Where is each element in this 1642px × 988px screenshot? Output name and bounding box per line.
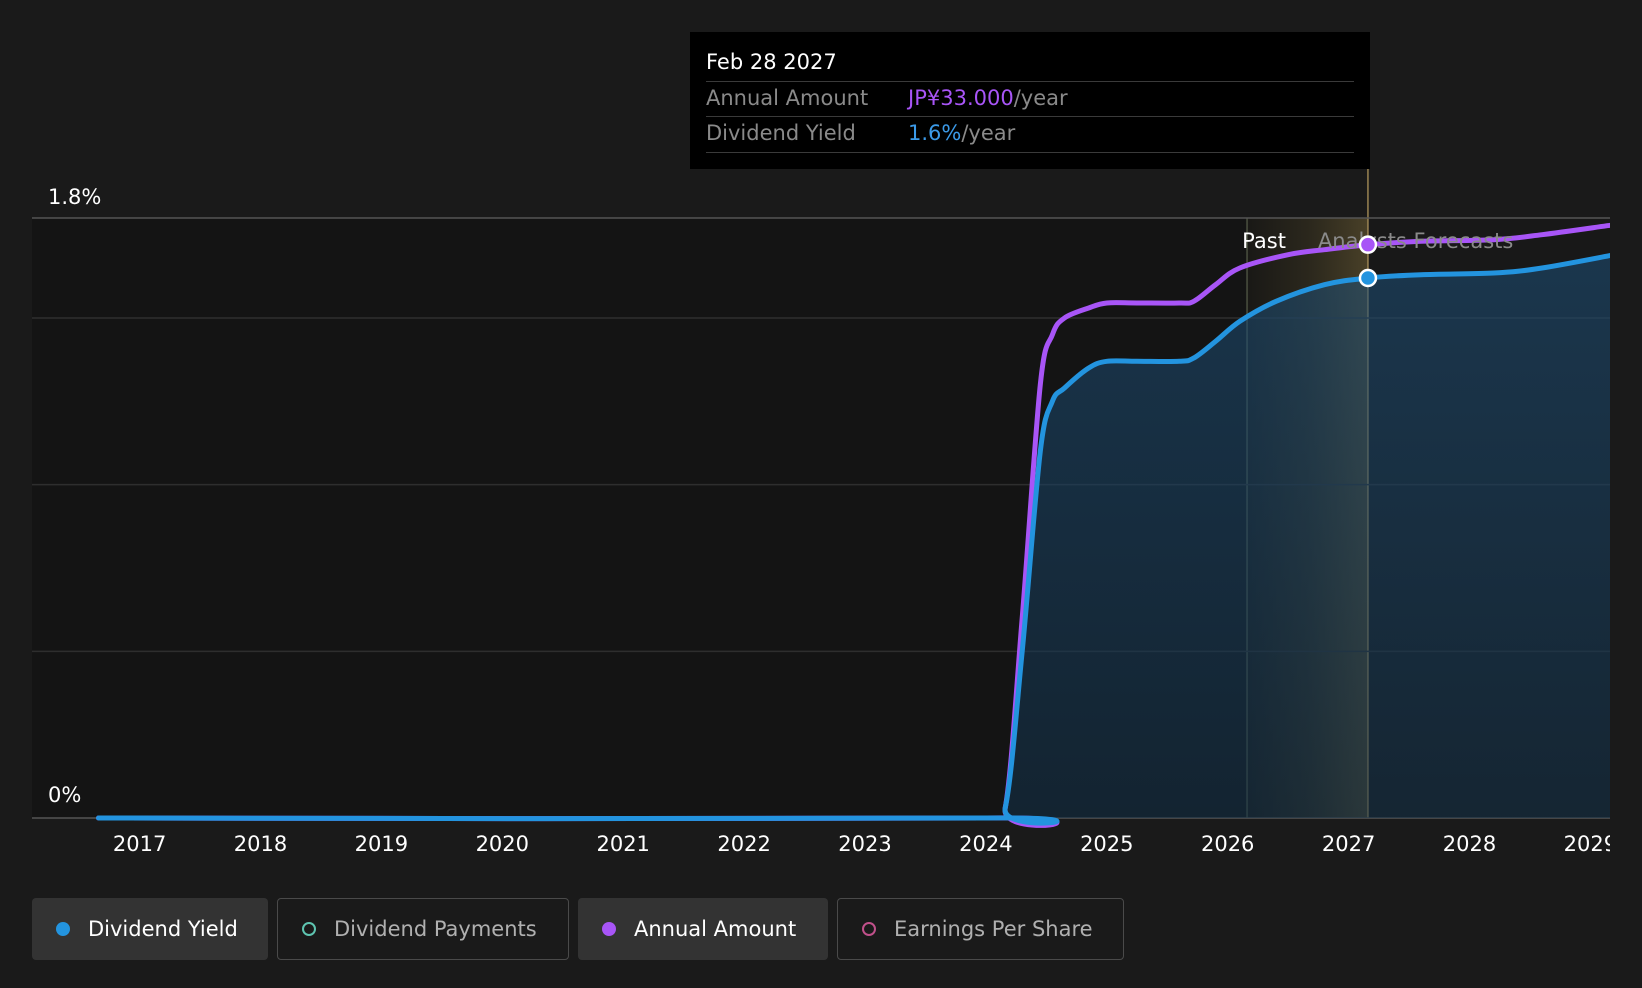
x-tick-label: 2022 <box>717 832 770 856</box>
tooltip-unit: /year <box>1013 86 1068 110</box>
tooltip-yield: 1.6% <box>908 121 962 145</box>
forecast-label: Analysts Forecasts <box>1318 229 1513 253</box>
right-edge-mask <box>1610 0 1642 870</box>
x-tick-label: 2021 <box>596 832 649 856</box>
past-label: Past <box>1242 229 1286 253</box>
legend-label: Earnings Per Share <box>894 917 1093 941</box>
annual-amount-marker <box>1358 235 1378 254</box>
legend-annual-amount[interactable]: Annual Amount <box>578 898 828 960</box>
legend-dividend-yield[interactable]: Dividend Yield <box>32 898 268 960</box>
x-tick-label: 2019 <box>355 832 408 856</box>
tooltip-row-dividend-yield: Dividend Yield 1.6%/year <box>706 116 1354 151</box>
tooltip-row-annual-amount: Annual Amount JP¥33.000/year <box>706 81 1354 116</box>
tooltip-label: Annual Amount <box>706 86 869 110</box>
tooltip-value: 1.6%/year <box>908 121 1015 145</box>
dividend-yield-marker <box>1358 268 1378 288</box>
x-tick-label: 2020 <box>476 832 529 856</box>
x-tick-label: 2027 <box>1322 832 1375 856</box>
tooltip-unit: /year <box>961 121 1016 145</box>
y-tick-label: 0% <box>48 783 81 807</box>
dividend-yield-dot-icon <box>56 922 70 936</box>
x-tick-label: 2025 <box>1080 832 1133 856</box>
legend-earnings-per-share[interactable]: Earnings Per Share <box>837 898 1124 960</box>
tooltip-value: JP¥33.000/year <box>908 86 1068 110</box>
dividend-payments-ring-icon <box>302 922 316 936</box>
legend-label: Dividend Yield <box>88 917 238 941</box>
legend-dividend-payments[interactable]: Dividend Payments <box>277 898 569 960</box>
tooltip: Feb 28 2027 Annual Amount JP¥33.000/year… <box>690 32 1370 169</box>
x-tick-label: 2018 <box>234 832 287 856</box>
earnings-per-share-ring-icon <box>862 922 876 936</box>
tooltip-amount: JP¥33.000 <box>908 86 1014 110</box>
tooltip-divider <box>706 152 1354 153</box>
x-tick-label: 2028 <box>1443 832 1496 856</box>
legend-label: Dividend Payments <box>334 917 537 941</box>
x-tick-label: 2026 <box>1201 832 1254 856</box>
tooltip-date: Feb 28 2027 <box>706 50 837 74</box>
y-tick-label: 1.8% <box>48 185 101 209</box>
legend-label: Annual Amount <box>634 917 797 941</box>
x-tick-label: 2017 <box>113 832 166 856</box>
x-tick-label: 2024 <box>959 832 1012 856</box>
tooltip-label: Dividend Yield <box>706 121 856 145</box>
annual-amount-dot-icon <box>602 922 616 936</box>
x-tick-label: 2029 <box>1564 832 1617 856</box>
x-tick-label: 2023 <box>838 832 891 856</box>
